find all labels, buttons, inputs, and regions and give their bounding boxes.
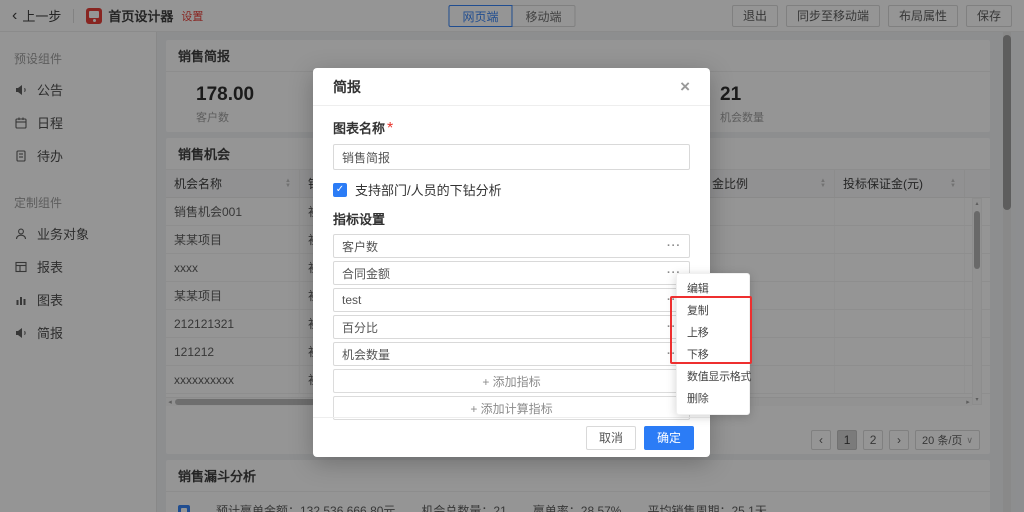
add-indicator-button[interactable]: + 添加指标 <box>333 369 690 393</box>
homepage-designer-screen: ‹ 上一步 首页设计器 设置 网页端 移动端 退出 同步至移动端 布局属性 保存… <box>0 0 1024 512</box>
indicator-context-menu: 编辑 复制 上移 下移 数值显示格式 删除 <box>676 273 750 415</box>
indicator-settings-label: 指标设置 <box>333 209 690 228</box>
close-icon[interactable]: × <box>680 78 690 95</box>
drill-down-checkbox-row[interactable]: ✓ 支持部门/人员的下钻分析 <box>333 180 690 199</box>
more-icon[interactable]: ··· <box>667 240 681 252</box>
menu-item-move-down[interactable]: 下移 <box>677 344 749 366</box>
confirm-button[interactable]: 确定 <box>644 426 694 450</box>
chart-name-input[interactable] <box>333 144 690 170</box>
menu-item-move-up[interactable]: 上移 <box>677 322 749 344</box>
modal-title: 简报 <box>333 77 361 97</box>
briefing-modal: 简报 × 图表名称* ✓ 支持部门/人员的下钻分析 指标设置 客户数 ··· 合… <box>313 68 710 457</box>
chart-name-label: 图表名称 <box>333 121 385 136</box>
checkbox-checked-icon[interactable]: ✓ <box>333 183 347 197</box>
cancel-button[interactable]: 取消 <box>586 426 636 450</box>
checkbox-label: 支持部门/人员的下钻分析 <box>355 180 502 199</box>
indicator-row[interactable]: 合同金额 ··· <box>333 261 690 285</box>
indicator-row[interactable]: 机会数量 ··· <box>333 342 690 366</box>
menu-item-number-format[interactable]: 数值显示格式 <box>677 366 749 388</box>
required-mark: * <box>387 120 393 137</box>
menu-item-edit[interactable]: 编辑 <box>677 278 749 300</box>
menu-item-delete[interactable]: 删除 <box>677 388 749 410</box>
indicator-row[interactable]: 客户数 ··· <box>333 234 690 258</box>
indicator-row[interactable]: 百分比 ··· <box>333 315 690 339</box>
menu-item-copy[interactable]: 复制 <box>677 300 749 322</box>
indicator-row[interactable]: test ··· <box>333 288 690 312</box>
